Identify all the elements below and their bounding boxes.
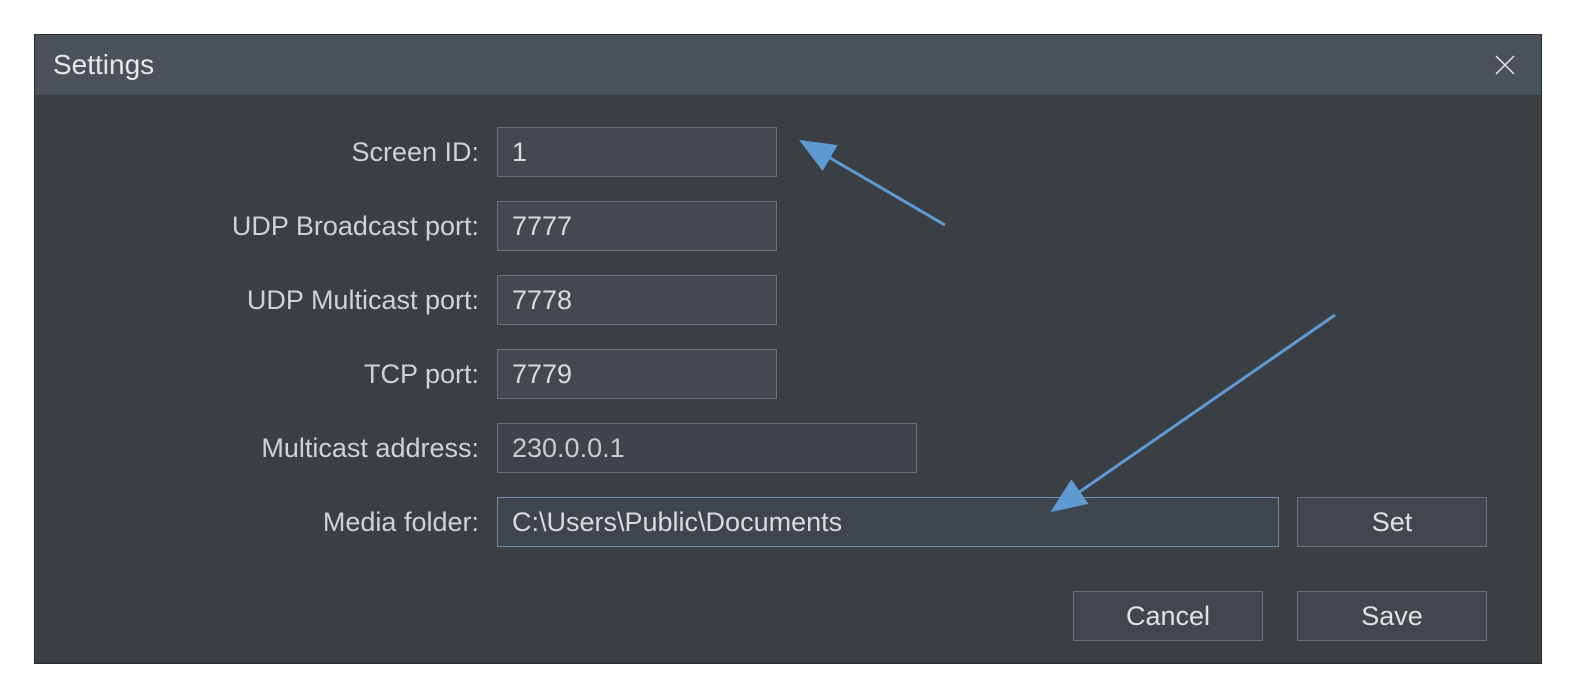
- dialog-footer: Cancel Save: [1073, 591, 1487, 641]
- row-udp-broadcast-port: UDP Broadcast port:: [35, 199, 1541, 253]
- row-media-folder: Media folder: Set: [35, 495, 1541, 549]
- dialog-body: Screen ID: UDP Broadcast port: UDP Multi…: [35, 95, 1541, 549]
- row-udp-multicast-port: UDP Multicast port:: [35, 273, 1541, 327]
- input-screen-id[interactable]: [497, 127, 777, 177]
- row-multicast-address: Multicast address:: [35, 421, 1541, 475]
- label-tcp-port: TCP port:: [35, 359, 497, 390]
- close-button[interactable]: [1475, 35, 1535, 95]
- label-multicast-address: Multicast address:: [35, 433, 497, 464]
- settings-dialog: Settings Screen ID: UDP Broadcast port: …: [35, 35, 1541, 663]
- dialog-title: Settings: [53, 49, 154, 81]
- titlebar: Settings: [35, 35, 1541, 95]
- label-udp-multicast-port: UDP Multicast port:: [35, 285, 497, 316]
- input-udp-broadcast-port[interactable]: [497, 201, 777, 251]
- input-media-folder[interactable]: [497, 497, 1279, 547]
- close-icon: [1493, 53, 1517, 77]
- set-button[interactable]: Set: [1297, 497, 1487, 547]
- input-multicast-address[interactable]: [497, 423, 917, 473]
- input-udp-multicast-port[interactable]: [497, 275, 777, 325]
- save-button[interactable]: Save: [1297, 591, 1487, 641]
- row-tcp-port: TCP port:: [35, 347, 1541, 401]
- cancel-button[interactable]: Cancel: [1073, 591, 1263, 641]
- label-udp-broadcast-port: UDP Broadcast port:: [35, 211, 497, 242]
- label-media-folder: Media folder:: [35, 507, 497, 538]
- input-tcp-port[interactable]: [497, 349, 777, 399]
- label-screen-id: Screen ID:: [35, 137, 497, 168]
- row-screen-id: Screen ID:: [35, 125, 1541, 179]
